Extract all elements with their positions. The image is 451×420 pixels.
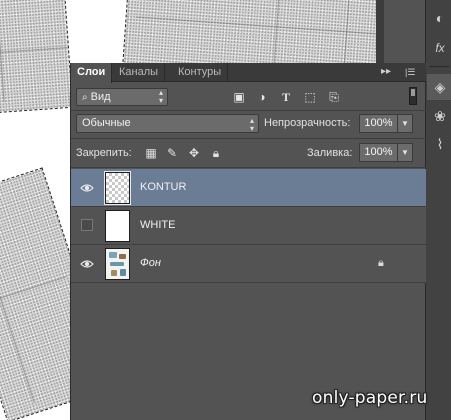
lock-image-pixels-icon[interactable]: ✎ (165, 146, 179, 160)
lock-transparency-icon[interactable]: ▦ (144, 146, 158, 160)
layer-thumbnail (105, 248, 130, 280)
fill-input[interactable]: 100% (359, 143, 397, 162)
updown-arrows-icon: ▴ ▾ (158, 88, 163, 105)
paths-icon[interactable]: ⌇ (432, 136, 448, 152)
layer-thumbnail (105, 210, 130, 242)
channels-icon[interactable]: ❀ (432, 108, 448, 124)
layer-row-white[interactable]: WHITE (71, 207, 426, 245)
color-palette-icon[interactable]: ◐ (432, 10, 448, 26)
opacity-label: Непрозрачность: (264, 117, 351, 129)
fx-styles-icon[interactable]: fx (432, 40, 448, 56)
smart-object-filter-icon[interactable]: ⎘ (326, 88, 342, 106)
blend-mode-select[interactable]: Обычные ▴ ▾ (76, 114, 259, 133)
eye-visibility-icon[interactable] (80, 181, 94, 195)
layers-panel: Слои Каналы Контуры ▸▸ |☰ ⌕ Вид ▴ ▾ ▣ ◑ T… (70, 63, 426, 420)
filter-toggle-switch[interactable] (409, 87, 417, 105)
right-tool-strip: ◐ fx ◈ ❀ ⌇ (425, 0, 451, 420)
layer-row-background[interactable]: Фон 🔒︎ (71, 245, 426, 283)
layer-name[interactable]: Фон (140, 257, 161, 269)
adjustment-filter-icon[interactable]: ◑ (254, 88, 270, 106)
tab-channels[interactable]: Каналы (113, 63, 166, 82)
image-filter-icon[interactable]: ▣ (231, 88, 247, 106)
layers-panel-icon[interactable]: ◈ (432, 79, 448, 95)
filter-kind-label: Вид (90, 91, 111, 103)
fill-dropdown-button[interactable]: ▼ (397, 143, 413, 162)
tab-paths[interactable]: Контуры (172, 63, 229, 82)
lock-label: Закрепить: (76, 147, 132, 159)
lock-all-icon[interactable]: 🔒︎ (209, 146, 223, 160)
layer-row-kontur[interactable]: KONTUR (71, 169, 426, 207)
blend-mode-value: Обычные (82, 117, 131, 129)
fabric-piece-top-left (0, 0, 74, 114)
collapse-panel-icon[interactable]: ▸▸ (381, 66, 391, 78)
tab-layers[interactable]: Слои (71, 63, 113, 83)
layer-thumbnail (104, 171, 131, 205)
search-icon: ⌕ (82, 92, 88, 103)
panel-menu-icon[interactable]: |☰ (405, 66, 415, 78)
panel-tabbar: Слои Каналы Контуры ▸▸ |☰ (71, 63, 426, 83)
fill-label: Заливка: (307, 147, 353, 159)
layer-name[interactable]: KONTUR (140, 181, 186, 193)
eye-visibility-icon[interactable] (80, 257, 94, 271)
opacity-input[interactable]: 100% (359, 114, 397, 133)
type-filter-icon[interactable]: T (278, 88, 294, 106)
updown-arrows-icon: ▴ ▾ (249, 116, 254, 133)
layer-lock-icon: 🔒︎ (378, 257, 384, 269)
layer-name[interactable]: WHITE (140, 219, 175, 231)
watermark-text: only-paper.ru (312, 388, 428, 408)
lock-position-icon[interactable]: ✥ (187, 146, 201, 160)
shape-filter-icon[interactable]: ⬚ (302, 88, 318, 106)
filter-kind-select[interactable]: ⌕ Вид ▴ ▾ (76, 88, 168, 106)
opacity-dropdown-button[interactable]: ▼ (397, 114, 413, 133)
visibility-toggle-empty[interactable] (81, 219, 93, 231)
